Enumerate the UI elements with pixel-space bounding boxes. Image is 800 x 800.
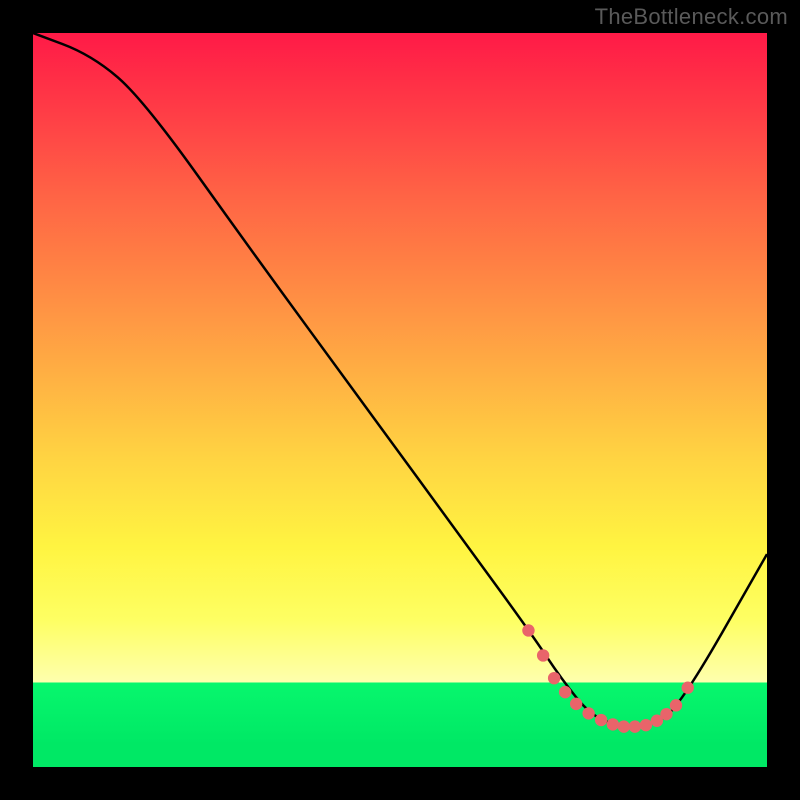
marker-dot (618, 720, 630, 732)
watermark-text: TheBottleneck.com (595, 4, 788, 30)
chart-plot-area (33, 33, 767, 767)
marker-dot (660, 708, 672, 720)
marker-dot (559, 686, 571, 698)
marker-dot (537, 649, 549, 661)
chart-curve (33, 33, 767, 767)
marker-dot (570, 698, 582, 710)
marker-dot (629, 720, 641, 732)
marker-dot (522, 624, 534, 636)
marker-dot (595, 714, 607, 726)
marker-dot (607, 718, 619, 730)
marker-dot (548, 672, 560, 684)
chart-markers (33, 33, 767, 767)
marker-dot (682, 682, 694, 694)
marker-dot (640, 719, 652, 731)
marker-dot (670, 699, 682, 711)
marker-dot (651, 715, 663, 727)
marker-dot (582, 707, 594, 719)
